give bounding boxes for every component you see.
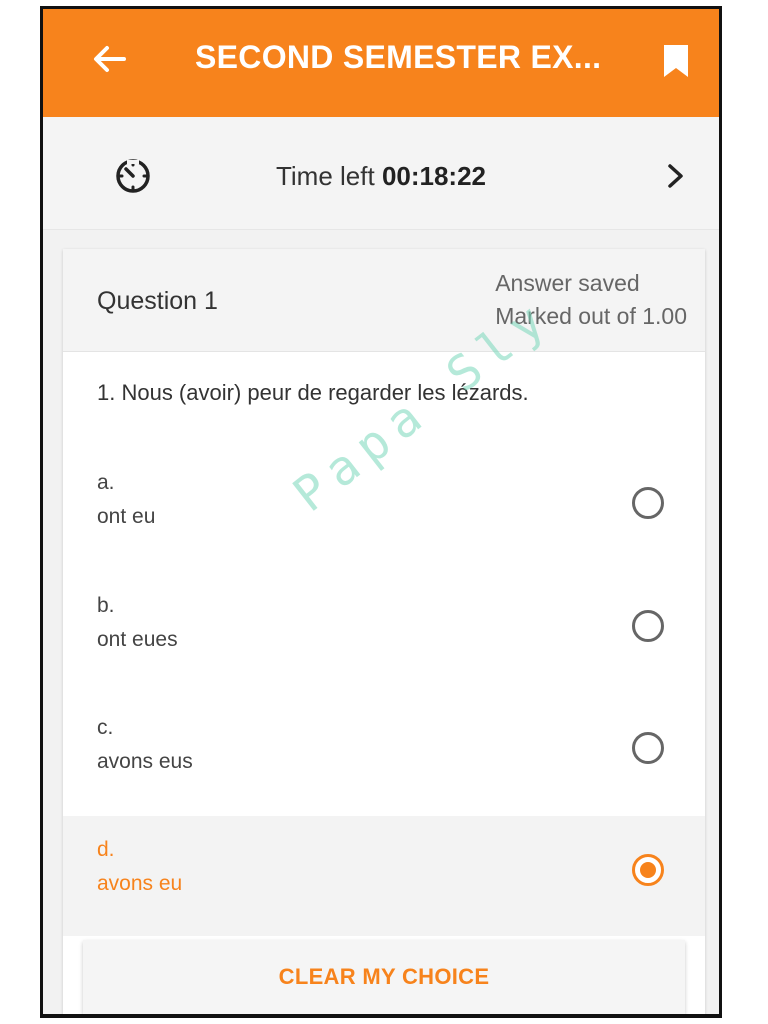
option-c[interactable]: c. avons eus [63, 694, 705, 814]
question-text: 1. Nous (avoir) peur de regarder les léz… [97, 380, 529, 405]
option-d[interactable]: d. avons eu [63, 816, 705, 936]
chevron-right-icon [668, 164, 683, 188]
next-button[interactable] [661, 161, 689, 191]
option-text: ont eues [97, 628, 178, 651]
option-letter: d. [97, 838, 115, 861]
answer-status: Answer saved [495, 270, 640, 296]
radio-unchecked-icon[interactable] [631, 609, 665, 643]
question-title: Question 1 [97, 287, 218, 315]
question-header: Question 1 Answer saved Marked out of 1.… [63, 249, 705, 352]
option-a[interactable]: a. ont eu [63, 449, 705, 569]
radio-unchecked-icon[interactable] [631, 731, 665, 765]
question-status: Answer saved Marked out of 1.00 [495, 267, 687, 333]
clear-choice-button[interactable]: CLEAR MY CHOICE [83, 940, 685, 1014]
time-left-value: 00:18:22 [381, 161, 487, 191]
arrow-left-icon [94, 46, 126, 72]
bookmark-button[interactable] [661, 43, 691, 79]
option-text: avons eus [97, 750, 193, 773]
time-left-label: Time left [275, 161, 375, 191]
page-title: SECOND SEMESTER EX... [195, 39, 602, 75]
phone-frame: SECOND SEMESTER EX... Time left 00:18:22… [40, 6, 722, 1018]
option-letter: a. [97, 471, 115, 494]
timer-bar: Time left 00:18:22 [43, 117, 719, 230]
time-left: Time left 00:18:22 [43, 161, 719, 192]
app-bar: SECOND SEMESTER EX... [43, 9, 719, 117]
bookmark-icon [664, 45, 688, 77]
option-letter: b. [97, 594, 115, 617]
option-b[interactable]: b. ont eues [63, 572, 705, 692]
back-button[interactable] [89, 39, 129, 79]
question-card: Question 1 Answer saved Marked out of 1.… [63, 249, 705, 1014]
option-letter: c. [97, 716, 114, 739]
radio-unchecked-icon[interactable] [631, 486, 665, 520]
radio-checked-icon[interactable] [631, 853, 665, 887]
option-text: avons eu [97, 872, 183, 895]
option-text: ont eu [97, 505, 156, 528]
marks-info: Marked out of 1.00 [495, 303, 687, 329]
